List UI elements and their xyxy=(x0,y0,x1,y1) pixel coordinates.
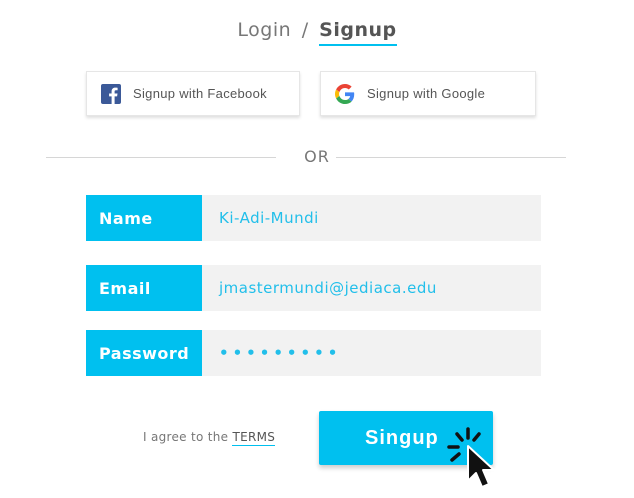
tab-separator: / xyxy=(301,19,309,41)
or-divider: OR xyxy=(0,147,634,167)
password-input[interactable]: ••••••••• xyxy=(202,330,541,376)
password-label: Password xyxy=(86,330,202,376)
password-field: Password ••••••••• xyxy=(86,330,541,376)
facebook-signup-label: Signup with Facebook xyxy=(133,86,267,101)
divider-line-right xyxy=(336,157,566,158)
terms-link[interactable]: TERMS xyxy=(232,430,276,446)
google-icon xyxy=(335,83,355,104)
google-signup-label: Signup with Google xyxy=(367,86,486,101)
name-input[interactable]: Ki-Adi-Mundi xyxy=(202,195,541,241)
name-field: Name Ki-Adi-Mundi xyxy=(86,195,541,241)
google-signup-button[interactable]: Signup with Google xyxy=(320,71,536,116)
name-label: Name xyxy=(86,195,202,241)
facebook-icon xyxy=(101,83,121,104)
tab-signup[interactable]: Signup xyxy=(319,19,397,46)
click-cursor-icon xyxy=(447,427,495,488)
email-field: Email jmastermundi@jediaca.edu xyxy=(86,265,541,311)
email-input[interactable]: jmastermundi@jediaca.edu xyxy=(202,265,541,311)
email-label: Email xyxy=(86,265,202,311)
terms-prefix: I agree to the xyxy=(143,430,229,444)
auth-tabs: Login / Signup xyxy=(0,19,634,46)
terms-agreement: I agree to the TERMS xyxy=(143,430,276,446)
facebook-signup-button[interactable]: Signup with Facebook xyxy=(86,71,300,116)
tab-login[interactable]: Login xyxy=(237,19,291,41)
